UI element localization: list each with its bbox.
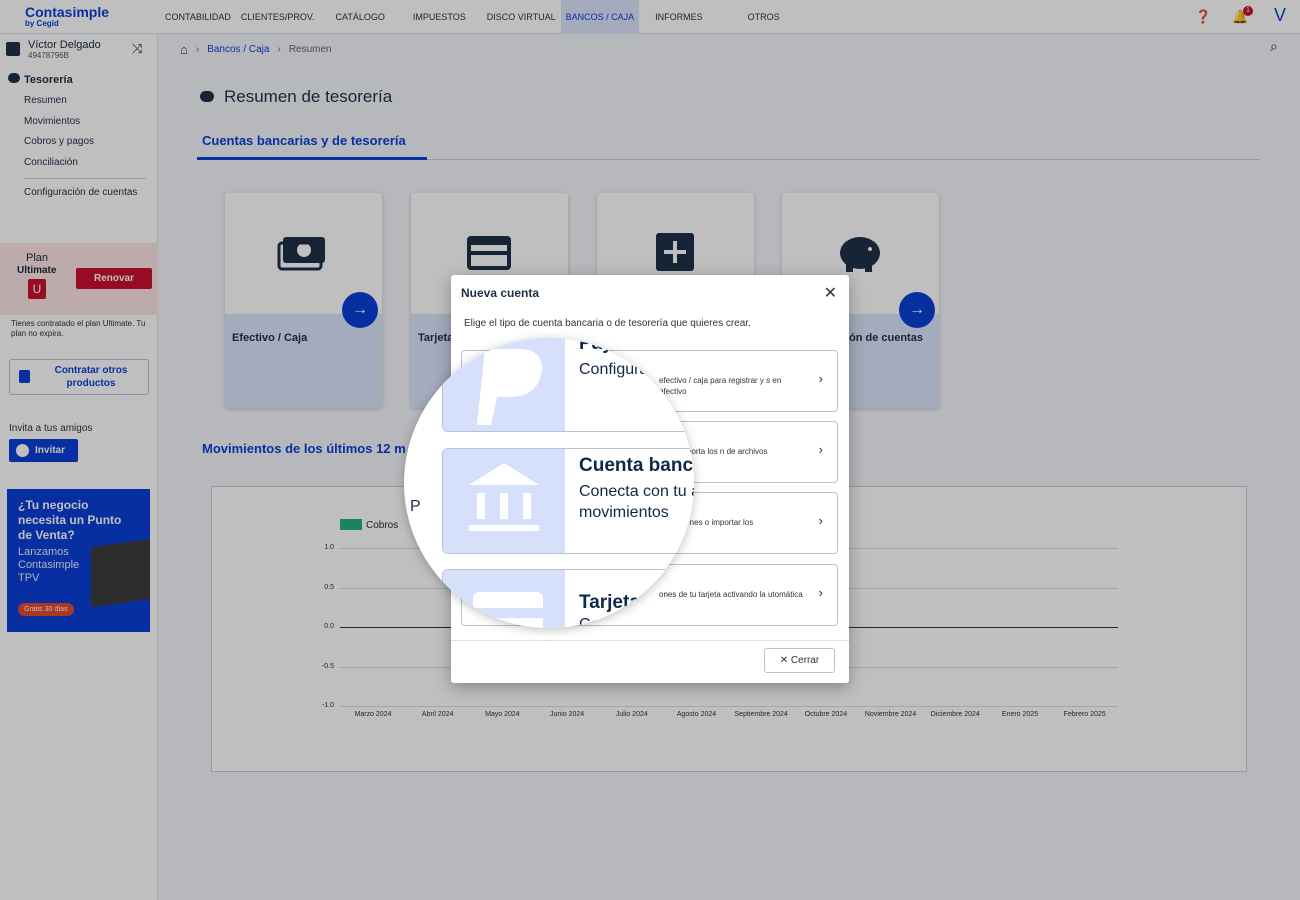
modal-intro: Elige el tipo de cuenta bancaria o de te…: [464, 318, 751, 329]
magnified-paypal-option[interactable]: Payp Configura movimiento: [442, 338, 694, 432]
option-text: Conecta con tu automáticame movimientos: [579, 483, 694, 521]
close-icon[interactable]: ✕: [824, 283, 837, 303]
chevron-right-icon: ›: [818, 585, 823, 600]
option-title: Cuenta banca: [579, 455, 694, 476]
modal-title: Nueva cuenta: [461, 286, 540, 300]
bank-icon: [443, 449, 565, 553]
option-title: Tarjeta: [579, 592, 640, 613]
modal-footer-divider: [451, 640, 849, 641]
magnifier-lens: P Payp Configura movimiento Cuenta banca…: [404, 338, 694, 628]
option-title: Payp: [579, 338, 625, 354]
option-text: Co: [579, 616, 600, 628]
magnifier-side-letter: P: [410, 498, 421, 515]
chevron-right-icon: ›: [818, 513, 823, 528]
close-button[interactable]: ✕ Cerrar: [764, 648, 835, 673]
chevron-right-icon: ›: [818, 442, 823, 457]
option-text: Configura movimiento: [579, 361, 694, 378]
magnified-bank-option[interactable]: Cuenta banca Conecta con tu automáticame…: [442, 448, 694, 554]
chevron-right-icon: ›: [818, 371, 823, 386]
paypal-icon: [443, 338, 565, 431]
magnified-card-option[interactable]: Tarjeta Co: [442, 569, 694, 628]
credit-card-icon: [443, 570, 565, 628]
